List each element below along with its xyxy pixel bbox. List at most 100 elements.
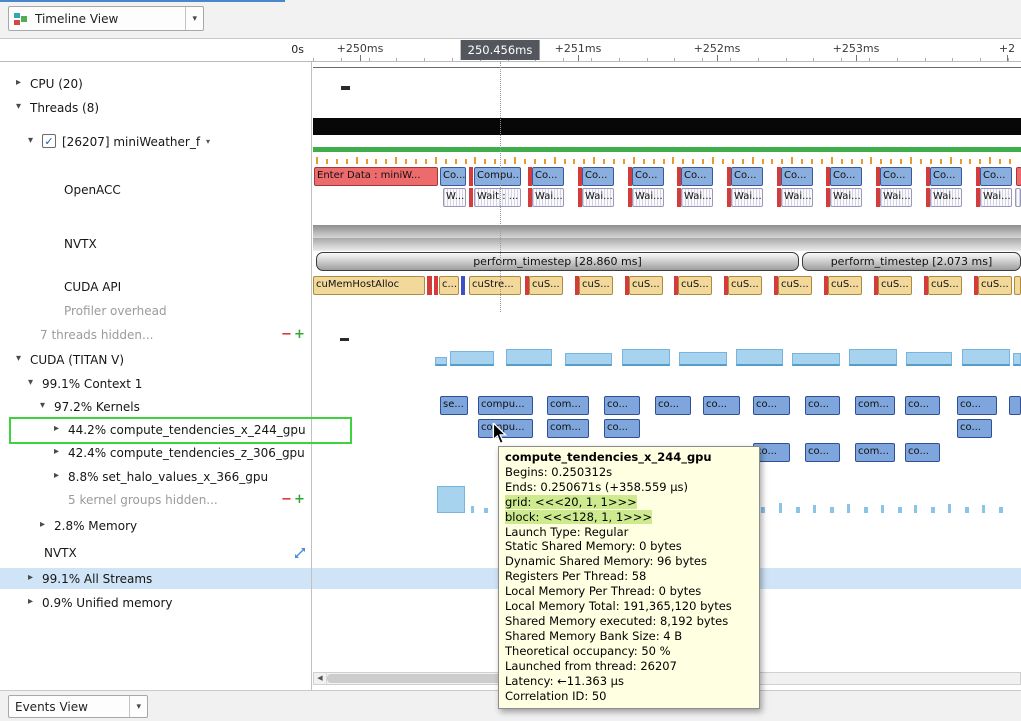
timeline-event[interactable]: Wai...: [632, 188, 664, 207]
timeline-event[interactable]: Wait : ...: [474, 188, 521, 207]
timeline-event[interactable]: com...: [855, 396, 895, 415]
timeline-event[interactable]: Co...: [830, 167, 862, 186]
openacc-lane-upper[interactable]: Enter Data : miniW...Co...Compu...Co...C…: [313, 167, 1021, 186]
events-view-dropdown[interactable]: Events View ▾: [8, 695, 148, 718]
timeline-event[interactable]: [427, 276, 432, 295]
timeline-event[interactable]: co...: [604, 419, 640, 438]
expand-row-icon[interactable]: [294, 547, 306, 562]
chevron-collapsed-icon[interactable]: ▸: [54, 446, 59, 457]
timeline-event[interactable]: [1014, 276, 1021, 295]
cpu-utilization-lane[interactable]: [313, 67, 1021, 68]
sidebar-item-cuda-api[interactable]: CUDA API: [0, 278, 311, 298]
sidebar-item-97-2-kernels[interactable]: ▾97.2% Kernels: [0, 398, 311, 418]
sidebar-item-42-4-compute-tendencies-z-306-gpu[interactable]: ▸42.4% compute_tendencies_z_306_gpu: [0, 444, 311, 464]
timeline-event[interactable]: cuS...: [828, 276, 862, 295]
timeline-event[interactable]: cuS...: [728, 276, 762, 295]
hide-rows-icon[interactable]: −: [281, 493, 292, 507]
sidebar-item-cuda-titan-v[interactable]: ▾CUDA (TITAN V): [0, 351, 311, 371]
memory-transfer-mark[interactable]: [779, 503, 782, 513]
timeline-event[interactable]: cuS...: [629, 276, 663, 295]
sidebar-item-8-8-set-halo-values-x-366-gpu[interactable]: ▸8.8% set_halo_values_x_366_gpu: [0, 468, 311, 488]
chevron-collapsed-icon[interactable]: ▸: [28, 572, 33, 583]
sidebar-item-2-8-memory[interactable]: ▸2.8% Memory: [0, 517, 311, 537]
sidebar-item-5-kernel-groups-hidden[interactable]: 5 kernel groups hidden...−+: [0, 491, 311, 511]
cuda-api-lane[interactable]: cuMemHostAllocc...cuStre...cuS...cuS...c…: [313, 276, 1021, 295]
timeline-event[interactable]: Enter Data : miniW...: [314, 167, 438, 186]
memory-transfer-mark[interactable]: [830, 507, 834, 513]
timeline-event[interactable]: co...: [957, 419, 992, 438]
timeline-event[interactable]: se...: [440, 396, 468, 415]
timeline-event[interactable]: com...: [547, 419, 589, 438]
timeline-event[interactable]: co...: [805, 396, 840, 415]
sidebar-item-26207-miniweather-f[interactable]: ▾✓[26207] miniWeather_f▾: [0, 133, 311, 153]
sidebar-item-99-1-context-1[interactable]: ▾99.1% Context 1: [0, 375, 311, 395]
kernel-x244-lane[interactable]: compu...com...co...co...: [313, 419, 1021, 438]
memory-transfer-mark[interactable]: [471, 506, 474, 513]
sidebar-item-profiler-overhead[interactable]: Profiler overhead: [0, 302, 311, 322]
sidebar-item-44-2-compute-tendencies-x-244-gpu[interactable]: ▸44.2% compute_tendencies_x_244_gpu: [0, 421, 311, 441]
timeline-event[interactable]: cuS...: [579, 276, 613, 295]
timeline-event[interactable]: W...: [443, 188, 466, 207]
memory-transfer-mark[interactable]: [813, 505, 816, 513]
timeline-event[interactable]: com...: [547, 396, 589, 415]
timeline-event[interactable]: Wai...: [980, 188, 1012, 207]
sidebar-item-cpu-20[interactable]: ▸CPU (20): [0, 75, 311, 95]
timeline-event[interactable]: Co...: [532, 167, 564, 186]
timeline-event[interactable]: co...: [957, 396, 997, 415]
timeline-event[interactable]: compu...: [478, 396, 533, 415]
timeline-event[interactable]: Wai...: [681, 188, 713, 207]
memory-transfer-block[interactable]: [437, 486, 465, 513]
sidebar-item-7-threads-hidden[interactable]: 7 threads hidden...−+: [0, 326, 311, 346]
timeline-event[interactable]: Co...: [681, 167, 713, 186]
restore-rows-icon[interactable]: +: [294, 493, 305, 507]
timeline-event[interactable]: [434, 276, 438, 295]
memory-transfer-mark[interactable]: [982, 505, 985, 513]
timeline-ruler[interactable]: 0s +250ms+251ms+252ms+253ms+2 250.456ms: [0, 39, 1021, 62]
row-checkbox[interactable]: ✓: [42, 134, 56, 148]
timeline-event[interactable]: Wai...: [781, 188, 813, 207]
sidebar-item-nvtx[interactable]: NVTX: [0, 235, 311, 255]
chevron-expanded-icon[interactable]: ▾: [40, 400, 45, 411]
timeline-event[interactable]: co...: [753, 396, 790, 415]
timeline-event[interactable]: co...: [655, 396, 691, 415]
timeline-event[interactable]: co...: [905, 443, 940, 462]
timeline-event[interactable]: Co...: [980, 167, 1012, 186]
timeline-event[interactable]: cuS...: [978, 276, 1012, 295]
chevron-expanded-icon[interactable]: ▾: [16, 101, 21, 112]
timeline-event[interactable]: [1015, 188, 1021, 207]
timeline-event[interactable]: Co...: [731, 167, 763, 186]
timeline-event[interactable]: co...: [805, 443, 840, 462]
timeline-event[interactable]: [469, 167, 473, 186]
chevron-expanded-icon[interactable]: ▾: [16, 353, 21, 364]
restore-rows-icon[interactable]: +: [294, 328, 305, 342]
scroll-left-arrow[interactable]: ◀: [314, 673, 327, 684]
openacc-lane-wait[interactable]: W... Wait : ... Wai... Wai... Wai... Wai... Wa…: [313, 188, 1021, 207]
timeline-event[interactable]: co...: [905, 396, 940, 415]
memory-transfer-mark[interactable]: [999, 507, 1003, 513]
timeline-event[interactable]: Wai...: [582, 188, 614, 207]
timeline-event[interactable]: [1016, 167, 1021, 186]
panel-divider[interactable]: [311, 62, 312, 690]
timeline-event[interactable]: cuS...: [928, 276, 962, 295]
memory-transfer-mark[interactable]: [914, 505, 917, 513]
sidebar-item-openacc[interactable]: OpenACC: [0, 181, 311, 201]
timeline-event[interactable]: cuS...: [778, 276, 812, 295]
timeline-event[interactable]: Wai...: [532, 188, 564, 207]
chevron-collapsed-icon[interactable]: ▸: [40, 519, 45, 530]
memory-transfer-mark[interactable]: [898, 507, 902, 513]
timeline-event[interactable]: cuStre...: [469, 276, 521, 295]
timeline-event[interactable]: co...: [703, 396, 740, 415]
sidebar-item-threads-8[interactable]: ▾Threads (8): [0, 99, 311, 119]
timeline-event[interactable]: com...: [855, 443, 895, 462]
memory-transfer-mark[interactable]: [881, 505, 884, 513]
timeline-event[interactable]: Wai...: [830, 188, 862, 207]
memory-transfer-mark[interactable]: [864, 507, 868, 513]
timeline-event[interactable]: Co...: [781, 167, 813, 186]
nvtx-range[interactable]: perform_timestep [28.860 ms]: [316, 252, 799, 271]
memory-transfer-mark[interactable]: [761, 507, 765, 513]
timeline-event[interactable]: Wai...: [930, 188, 962, 207]
timeline-event[interactable]: Co...: [930, 167, 962, 186]
timeline-event[interactable]: Co...: [880, 167, 912, 186]
timeline-event[interactable]: cuMemHostAlloc: [313, 276, 425, 295]
sidebar-item-nvtx[interactable]: NVTX: [0, 544, 311, 564]
